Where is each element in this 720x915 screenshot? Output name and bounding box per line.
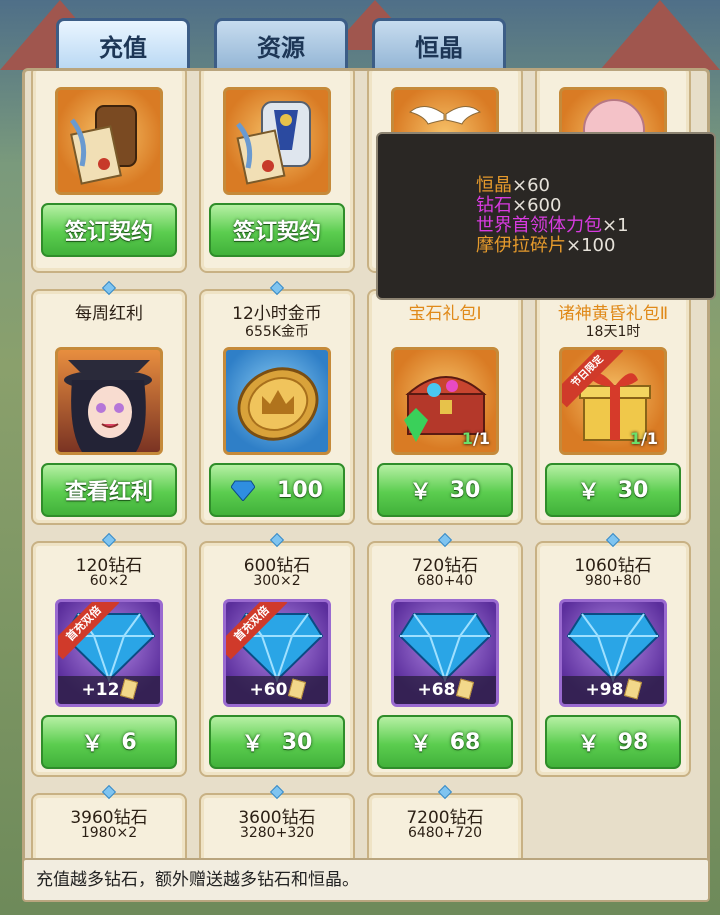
bonus-crystal-label: +60 xyxy=(226,676,328,704)
contract-card[interactable]: 签订契约 xyxy=(31,71,187,273)
buy-button[interactable]: ￥ 6 xyxy=(41,715,177,769)
button-label: 查看红利 xyxy=(64,480,153,505)
bonus-crystal-label: +68 xyxy=(394,676,496,704)
gold-coin-icon xyxy=(223,347,331,455)
diamond-pack-card[interactable]: 720钻石 680+40 +68 ￥ 68 xyxy=(367,532,523,777)
price-label: 100 xyxy=(277,477,323,503)
gold-coin-card[interactable]: 12小时金币 655K金币 100 xyxy=(199,280,355,525)
silver-armor-contract-icon xyxy=(223,87,331,195)
info-footer: 充值越多钻石，额外赠送越多钻石和恒晶。 xyxy=(22,858,710,902)
diamond-icon xyxy=(231,479,256,501)
gem-ornament-icon xyxy=(269,280,285,296)
sign-contract-button[interactable]: 签订契约 xyxy=(41,203,177,257)
gem-ornament-icon xyxy=(101,532,117,548)
card-subtitle: 655K金币 xyxy=(245,324,309,340)
diamond-icon: +98 xyxy=(559,599,667,707)
gem-pack-card[interactable]: 宝石礼包Ⅰ 1/1 ￥ 30 xyxy=(367,280,523,525)
card-subtitle: 3280+320 xyxy=(239,825,315,841)
gem-ornament-icon xyxy=(437,784,453,800)
bonus-crystal-label: +12 xyxy=(58,676,160,704)
tooltip-line: 摩伊拉碎片×100 xyxy=(476,235,616,256)
currency-symbol: ￥ xyxy=(409,480,432,505)
armor-contract-icon xyxy=(55,87,163,195)
button-label: 签订契约 xyxy=(64,220,153,245)
currency-symbol: ￥ xyxy=(577,732,600,757)
buy-button[interactable]: ￥ 98 xyxy=(545,715,681,769)
currency-symbol: ￥ xyxy=(81,732,104,757)
footer-text: 充值越多钻石，额外赠送越多钻石和恒晶。 xyxy=(36,870,359,890)
gem-ornament-icon xyxy=(605,532,621,548)
price-label: 30 xyxy=(449,477,481,503)
buy-button[interactable]: ￥ 30 xyxy=(545,463,681,517)
price-label: 30 xyxy=(281,729,313,755)
crystal-shard-icon xyxy=(624,678,643,700)
buy-button[interactable]: ￥ 68 xyxy=(377,715,513,769)
diamond-pack-card[interactable]: 120钻石 60×2 首充双倍 +12 ￥ 6 xyxy=(31,532,187,777)
tab-resources[interactable]: 资源 xyxy=(214,18,348,70)
reward-tooltip: 恒晶×60 钻石×600 世界首领体力包×1 摩伊拉碎片×100 xyxy=(376,132,716,300)
gem-ornament-icon xyxy=(437,532,453,548)
sign-contract-button[interactable]: 签订契约 xyxy=(209,203,345,257)
currency-symbol: ￥ xyxy=(577,480,600,505)
portrait-girl-icon xyxy=(55,347,163,455)
contract-card[interactable]: 签订契约 xyxy=(199,71,355,273)
diamond-pack-card[interactable]: 600钻石 300×2 首充双倍 +60 ￥ 30 xyxy=(199,532,355,777)
diamond-icon: +68 xyxy=(391,599,499,707)
card-subtitle: 1980×2 xyxy=(80,825,138,841)
roof-decoration xyxy=(600,0,720,70)
view-bonus-button[interactable]: 查看红利 xyxy=(41,463,177,517)
tab-crystal[interactable]: 恒晶 xyxy=(372,18,506,70)
price-label: 6 xyxy=(121,729,137,755)
crystal-shard-icon xyxy=(456,678,475,700)
bonus-crystal-label: +98 xyxy=(562,676,664,704)
tab-label: 资源 xyxy=(257,34,305,62)
tooltip-line: 世界首领体力包×1 xyxy=(476,215,629,236)
card-title: 宝石礼包Ⅰ xyxy=(408,304,482,324)
card-subtitle: 6480+720 xyxy=(407,825,483,841)
diamond-icon: 首充双倍 +12 xyxy=(55,599,163,707)
card-subtitle: 60×2 xyxy=(89,573,129,589)
purchase-count: 1/1 xyxy=(461,429,490,448)
gem-ornament-icon xyxy=(101,784,117,800)
card-subtitle: 680+40 xyxy=(416,573,474,589)
gem-ornament-icon xyxy=(101,280,117,296)
currency-symbol: ￥ xyxy=(241,732,264,757)
tooltip-line: 钻石×600 xyxy=(476,195,562,216)
crystal-shard-icon xyxy=(120,678,139,700)
card-subtitle: 980+80 xyxy=(584,573,642,589)
tooltip-line: 恒晶×60 xyxy=(476,175,550,196)
crystal-shard-icon xyxy=(288,678,307,700)
button-label: 签订契约 xyxy=(232,220,321,245)
price-label: 30 xyxy=(617,477,649,503)
card-subtitle: 300×2 xyxy=(253,573,301,589)
purchase-count: 1/1 xyxy=(629,429,658,448)
diamond-pack-card[interactable]: 1060钻石 980+80 +98 ￥ 98 xyxy=(535,532,691,777)
tab-label: 充值 xyxy=(99,34,147,62)
gem-ornament-icon xyxy=(269,784,285,800)
currency-symbol: ￥ xyxy=(409,732,432,757)
tab-recharge[interactable]: 充值 xyxy=(56,18,190,70)
diamond-icon: 首充双倍 +60 xyxy=(223,599,331,707)
price-label: 68 xyxy=(449,729,481,755)
buy-with-diamond-button[interactable]: 100 xyxy=(209,463,345,517)
countdown-label: 18天1时 xyxy=(585,324,641,340)
gem-ornament-icon xyxy=(269,532,285,548)
tab-label: 恒晶 xyxy=(415,34,463,62)
buy-button[interactable]: ￥ 30 xyxy=(377,463,513,517)
buy-button[interactable]: ￥ 30 xyxy=(209,715,345,769)
price-label: 98 xyxy=(617,729,649,755)
card-title: 每周红利 xyxy=(75,304,143,324)
holiday-pack-card[interactable]: 诸神黄昏礼包Ⅱ 18天1时 节日限定 1/1 ￥ 30 xyxy=(535,280,691,525)
gift-box-icon: 节日限定 1/1 xyxy=(559,347,667,455)
weekly-bonus-card[interactable]: 每周红利 查看红利 xyxy=(31,280,187,525)
treasure-chest-icon: 1/1 xyxy=(391,347,499,455)
